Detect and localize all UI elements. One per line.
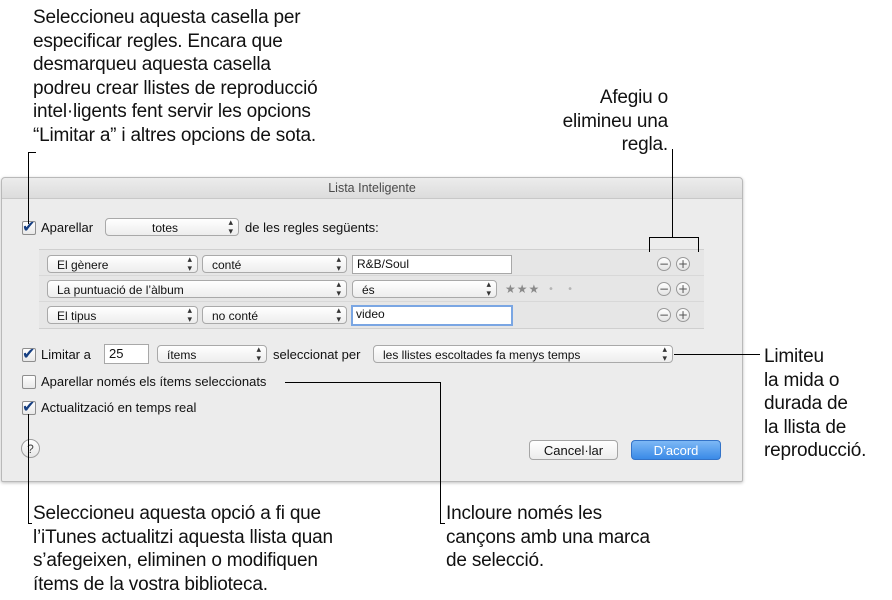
leader-line [28, 414, 29, 524]
limit-unit-popup[interactable]: ítems ▴ ▾ [157, 345, 267, 364]
leader-line [649, 237, 699, 238]
updown-arrows-icon: ▴ ▾ [336, 306, 341, 325]
match-label: Aparellar [41, 220, 94, 235]
rule-1-operator-value: conté [212, 258, 242, 272]
match-checked-checkbox[interactable] [22, 375, 36, 389]
updown-arrows-icon: ▴ ▾ [662, 345, 667, 364]
callout-add-remove-rule: Afegiu o elimineu una regla. [562, 87, 669, 155]
rule-3-value-field[interactable]: video [351, 305, 513, 326]
match-suffix: de les regles següents: [245, 220, 379, 235]
match-all-value: totes [151, 221, 178, 235]
leader-line [28, 152, 29, 224]
callout-checked-only: Incloure només les cançons amb una marca… [446, 503, 650, 571]
rule-3-field-value: El tipus [57, 309, 97, 323]
live-update-checkbox[interactable] [22, 397, 36, 416]
leader-line [674, 354, 760, 355]
updown-arrows-icon: ▴ ▾ [486, 280, 491, 299]
leader-line [440, 382, 441, 524]
rule-2-remove-button[interactable]: − [657, 282, 671, 296]
rule-2-add-button[interactable]: + [676, 282, 690, 296]
rating-empty-dots[interactable]: • • [548, 284, 578, 295]
rule-3-operator-popup[interactable]: no conté ▴ ▾ [202, 306, 347, 325]
limit-unit-value: ítems [167, 348, 197, 362]
leader-line [440, 523, 445, 524]
updown-arrows-icon: ▴ ▾ [228, 218, 233, 237]
selected-by-popup[interactable]: les llistes escoltades fa menys temps ▴ ▾ [373, 345, 673, 364]
selected-by-value: les llistes escoltades fa menys temps [383, 348, 581, 362]
match-checked-label: Aparellar només els ítems seleccionats [41, 374, 267, 389]
updown-arrows-icon: ▴ ▾ [187, 255, 192, 274]
match-rules-checkbox[interactable] [22, 217, 36, 236]
limit-label: Limitar a [41, 347, 91, 362]
callout-specify-rules: Seleccioneu aquesta casella per especifi… [33, 7, 318, 146]
updown-arrows-icon: ▴ ▾ [336, 280, 341, 299]
leader-line [285, 382, 441, 383]
rule-2-operator-value: és [362, 283, 375, 297]
rating-stars[interactable]: ★★★ [505, 282, 540, 296]
cancel-button[interactable]: Cancel·lar [529, 440, 618, 460]
rule-1-value-field[interactable]: R&B/Soul [352, 255, 512, 274]
rule-1-field-popup[interactable]: El gènere ▴ ▾ [47, 255, 198, 274]
ok-button[interactable]: D’acord [631, 440, 721, 460]
rule-3-add-button[interactable]: + [676, 308, 690, 322]
dialog-title: Lista Inteligente [2, 178, 742, 199]
limit-checkbox[interactable] [22, 344, 36, 363]
callout-live-update: Seleccioneu aquesta opció a fi que l’iTu… [33, 503, 333, 595]
rule-divider [39, 275, 704, 276]
leader-line [672, 149, 673, 237]
selected-by-label: seleccionat per [273, 347, 361, 362]
updown-arrows-icon: ▴ ▾ [336, 255, 341, 274]
rule-3-operator-value: no conté [212, 309, 259, 323]
rule-3-remove-button[interactable]: − [657, 308, 671, 322]
help-button[interactable]: ? [21, 439, 40, 458]
leader-line [649, 237, 650, 252]
leader-line [28, 152, 36, 153]
rule-divider [39, 301, 704, 302]
rule-2-operator-popup[interactable]: és ▴ ▾ [352, 280, 497, 299]
updown-arrows-icon: ▴ ▾ [256, 345, 261, 364]
rule-2-field-value: La puntuació de l’àlbum [57, 283, 184, 297]
rule-1-remove-button[interactable]: − [657, 257, 671, 271]
rule-1-operator-popup[interactable]: conté ▴ ▾ [202, 255, 347, 274]
rule-1-add-button[interactable]: + [676, 257, 690, 271]
updown-arrows-icon: ▴ ▾ [187, 306, 192, 325]
rule-2-field-popup[interactable]: La puntuació de l’àlbum ▴ ▾ [47, 280, 347, 299]
leader-line [698, 237, 699, 252]
rule-1-field-value: El gènere [57, 258, 109, 272]
callout-limit-size: Limiteu la mida o durada de la llista de… [764, 346, 867, 461]
smart-playlist-dialog: Lista Inteligente Aparellar totes ▴▾ de … [1, 177, 743, 482]
leader-line [28, 523, 32, 524]
match-all-popup[interactable]: totes ▴ ▾ [105, 218, 239, 237]
live-update-label: Actualització en temps real [41, 400, 197, 415]
rule-3-field-popup[interactable]: El tipus ▴ ▾ [47, 306, 198, 325]
limit-quantity-field[interactable]: 25 [104, 344, 149, 364]
